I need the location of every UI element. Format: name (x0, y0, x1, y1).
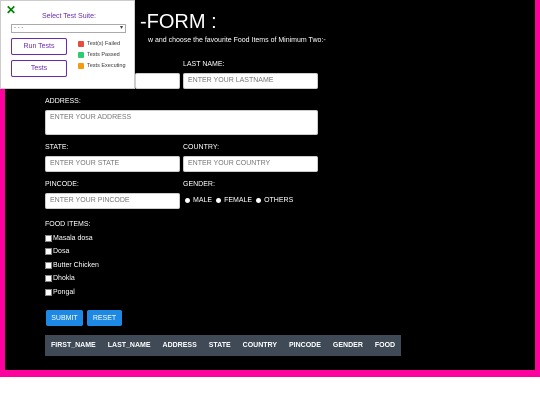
column-header: PINCODE (289, 342, 321, 349)
food-item-row: Butter Chicken (45, 262, 99, 269)
passed-swatch-icon (78, 52, 84, 58)
page-title: -FORM : (140, 11, 217, 33)
food-items-label: FOOD ITEMS: (45, 221, 91, 228)
page-subtitle: w and choose the favourite Food Items of… (148, 37, 326, 44)
column-header: ADDRESS (162, 342, 197, 349)
gender-radio-others[interactable] (256, 198, 262, 203)
country-input[interactable]: ENTER YOUR COUNTRY (183, 156, 318, 172)
gender-others-label: OTHERS (264, 197, 294, 204)
food-checkbox[interactable] (45, 235, 52, 242)
select-test-suite-label: Select Test Suite: (42, 13, 96, 20)
chevron-down-icon: ▾ (119, 25, 123, 31)
address-label: ADDRESS: (45, 98, 81, 105)
pincode-input[interactable]: ENTER YOUR PINCODE (45, 193, 180, 209)
column-header: COUNTRY (242, 342, 278, 349)
gender-radio-group: MALE FEMALE OTHERS (185, 197, 293, 204)
food-item-label: Dosa (53, 248, 70, 255)
select-value: - - - (14, 25, 24, 31)
gender-male-label: MALE (193, 197, 213, 204)
legend-passed: Tests Passed (78, 52, 120, 58)
gender-radio-male[interactable] (185, 198, 190, 203)
food-item-label: Masala dosa (53, 235, 93, 242)
address-input[interactable]: ENTER YOUR ADDRESS (45, 110, 318, 135)
gender-radio-female[interactable] (216, 198, 222, 203)
legend-label: Test(s) Failed (87, 41, 121, 47)
column-header: FIRST_NAME (51, 342, 96, 349)
firstname-input[interactable] (135, 73, 180, 89)
food-item-row: Dhokla (45, 275, 75, 282)
failed-swatch-icon (78, 41, 84, 47)
food-item-row: Masala dosa (45, 235, 93, 242)
close-icon[interactable]: ✕ (6, 3, 16, 17)
food-item-label: Dhokla (53, 275, 75, 282)
results-table-header: FIRST_NAME LAST_NAME ADDRESS STATE COUNT… (45, 335, 402, 356)
food-checkbox[interactable] (45, 275, 52, 282)
submit-button[interactable]: SUBMIT (46, 310, 83, 326)
state-input[interactable]: ENTER YOUR STATE (45, 156, 180, 172)
food-checkbox[interactable] (45, 248, 52, 255)
column-header: GENDER (332, 342, 363, 349)
legend-label: Tests Passed (87, 52, 120, 58)
column-header: LAST_NAME (107, 342, 151, 349)
country-label: COUNTRY: (183, 144, 220, 151)
state-label: STATE: (45, 144, 69, 151)
run-tests-button[interactable]: Run Tests (11, 38, 67, 55)
gender-label: GENDER: (183, 181, 215, 188)
executing-swatch-icon (78, 63, 84, 69)
legend-label: Tests Executing (87, 63, 126, 69)
food-item-label: Pongal (53, 289, 75, 296)
column-header: STATE (208, 342, 231, 349)
pincode-label: PINCODE: (45, 181, 79, 188)
food-item-row: Dosa (45, 248, 69, 255)
gender-female-label: FEMALE (224, 197, 253, 204)
tests-button[interactable]: Tests (11, 60, 67, 77)
legend-executing: Tests Executing (78, 63, 126, 69)
food-checkbox[interactable] (45, 262, 52, 269)
test-suite-panel: ✕ Select Test Suite: - - - ▾ Run Tests T… (0, 0, 135, 89)
legend-failed: Test(s) Failed (78, 41, 120, 47)
food-item-label: Butter Chicken (53, 262, 99, 269)
food-checkbox[interactable] (45, 289, 52, 296)
lastname-input[interactable]: ENTER YOUR LASTNAME (183, 73, 318, 89)
test-suite-select[interactable]: - - - ▾ (11, 24, 126, 33)
food-item-row: Pongal (45, 289, 75, 296)
lastname-label: LAST NAME: (183, 61, 225, 68)
reset-button[interactable]: RESET (87, 310, 122, 326)
column-header: FOOD (374, 342, 396, 349)
